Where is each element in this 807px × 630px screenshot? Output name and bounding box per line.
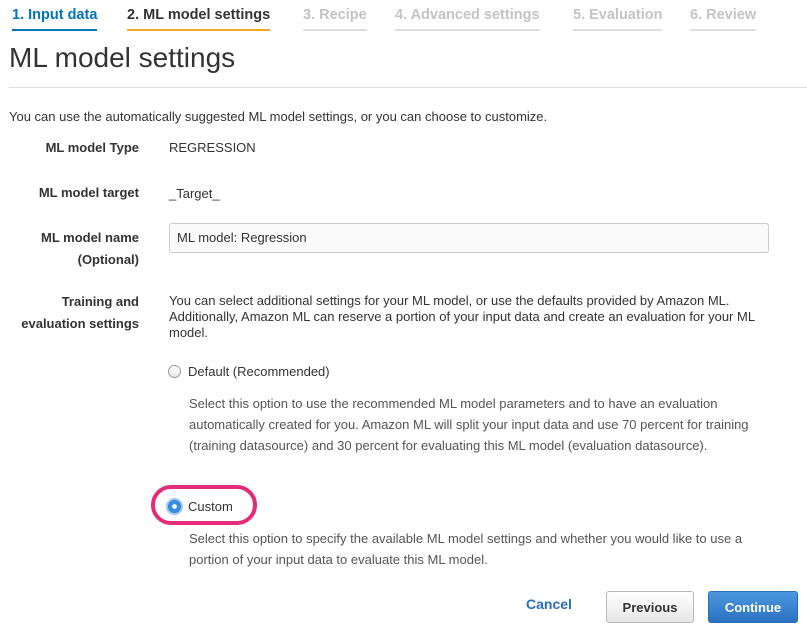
custom-highlight-ring (151, 485, 257, 525)
step-recipe: 3. Recipe (303, 7, 367, 31)
model-name-label: ML model name (Optional) (40, 230, 139, 267)
model-target-value: _Target_ (169, 186, 220, 201)
custom-option-description: Select this option to specify the availa… (189, 531, 743, 567)
wizard-steps: 1. Input data 2. ML model settings 3. Re… (0, 0, 807, 34)
step-review: 6. Review (690, 7, 757, 31)
step-advanced-settings: 4. Advanced settings (395, 7, 540, 31)
model-type-label: ML model Type (45, 140, 139, 155)
model-target-label: ML model target (38, 185, 139, 200)
step-evaluation: 5. Evaluation (573, 7, 663, 31)
continue-button[interactable]: Continue (708, 591, 798, 623)
step-input-data[interactable]: 1. Input data (12, 7, 98, 31)
default-option-label[interactable]: Default (Recommended) (188, 364, 330, 379)
cancel-button[interactable]: Cancel (526, 596, 572, 612)
training-settings-description: You can select additional settings for y… (169, 293, 755, 340)
default-option-description: Select this option to use the recommende… (189, 396, 749, 453)
previous-button[interactable]: Previous (606, 591, 694, 623)
model-type-value: REGRESSION (169, 140, 256, 155)
training-settings-label: Training and evaluation settings (21, 294, 139, 331)
default-option[interactable]: Default (Recommended) (168, 364, 330, 379)
intro-text: You can use the automatically suggested … (9, 109, 548, 124)
default-radio[interactable] (168, 365, 181, 378)
model-name-input[interactable]: ML model: Regression (169, 223, 769, 253)
title-divider (9, 87, 807, 88)
step-ml-model-settings: 2. ML model settings (127, 7, 271, 31)
page-title: ML model settings (9, 42, 236, 73)
